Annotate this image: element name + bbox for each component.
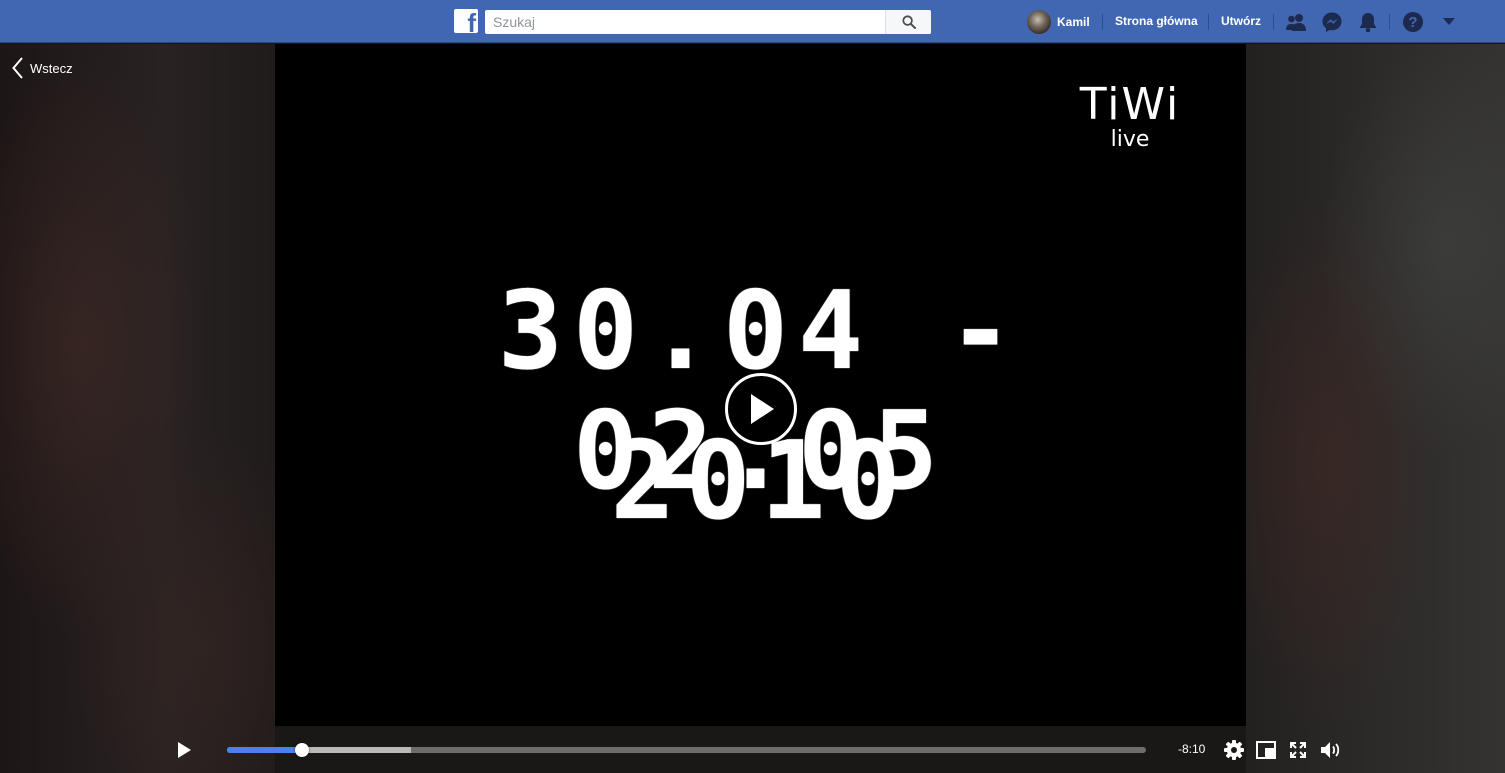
help-button[interactable]: ? [1401,10,1425,34]
svg-text:?: ? [1408,14,1417,31]
picture-in-picture-button[interactable] [1255,739,1277,761]
search-button[interactable] [885,10,931,34]
blurred-backdrop-right [1246,44,1505,773]
search-input[interactable] [485,10,885,34]
back-button[interactable]: Wstecz [12,57,73,79]
notifications-button[interactable] [1356,10,1380,34]
picture-in-picture-icon [1256,741,1276,759]
top-navigation-bar: f Kamil Strona główna Utwórz [0,0,1505,43]
seek-handle[interactable] [295,743,310,757]
play-icon [751,394,774,424]
seek-bar[interactable] [227,747,1146,753]
played-bar [227,747,303,753]
back-label: Wstecz [30,60,73,76]
time-remaining: -8:10 [1178,742,1206,756]
nav-divider [1208,14,1209,30]
search-icon [901,15,916,29]
account-menu-button[interactable] [1437,10,1461,34]
chevron-down-icon [1443,18,1455,25]
facebook-logo-icon[interactable]: f [454,9,478,33]
player-controls: -8:10 [160,726,1380,773]
settings-button[interactable] [1223,739,1245,761]
friend-requests-button[interactable] [1284,10,1308,34]
channel-logo: TiWi live [1065,82,1195,152]
create-link[interactable]: Utwórz [1221,14,1261,28]
settings-icon [1224,740,1244,760]
volume-button[interactable] [1320,739,1342,761]
chevron-left-icon [12,57,23,79]
volume-icon [1321,742,1340,758]
logo-sub-text: live [1110,127,1150,152]
friends-icon [1286,14,1306,31]
center-play-button[interactable] [725,373,797,445]
messenger-icon [1322,12,1342,32]
avatar [1027,10,1051,34]
fullscreen-icon [1290,742,1306,758]
messenger-button[interactable] [1320,10,1344,34]
nav-divider [1273,14,1274,30]
video-frame[interactable]: TiWi live 30.04 - 02.05 2010 [275,44,1246,726]
play-icon [178,742,191,758]
search-box [485,10,931,34]
play-button[interactable] [174,740,194,760]
logo-main-text: TiWi [1079,79,1181,130]
nav-divider [1389,14,1390,30]
home-link[interactable]: Strona główna [1115,14,1198,28]
nav-divider [1102,14,1103,30]
profile-name: Kamil [1057,15,1090,29]
blurred-backdrop-left [0,44,275,773]
profile-link[interactable]: Kamil [1027,10,1090,34]
help-icon: ? [1403,12,1423,32]
notifications-icon [1359,13,1377,33]
fullscreen-button[interactable] [1287,739,1309,761]
